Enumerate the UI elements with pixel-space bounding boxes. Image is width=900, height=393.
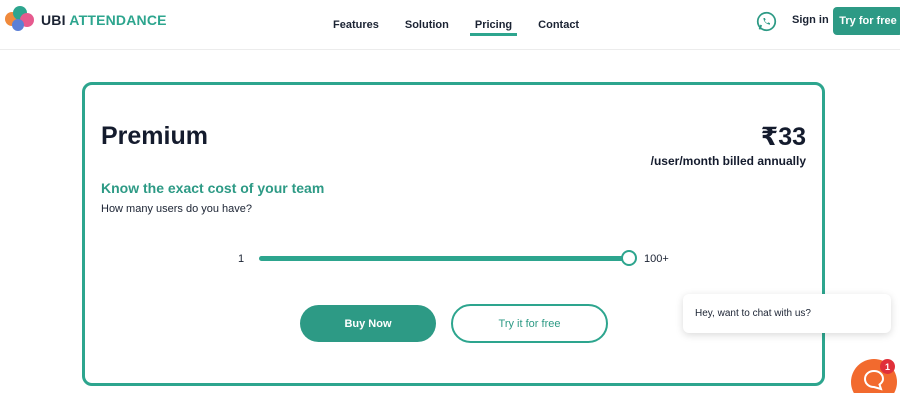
plan-price: ₹33 (760, 123, 806, 151)
logo-mark-icon (5, 6, 35, 34)
buy-now-button[interactable]: Buy Now (300, 305, 436, 342)
nav-item-contact[interactable]: Contact (525, 0, 592, 50)
site-header: UBI ATTENDANCE Features Solution Pricing… (0, 0, 900, 50)
slider-min-label: 1 (238, 253, 245, 265)
slider-fill (259, 256, 629, 261)
chat-icon (863, 369, 885, 391)
chat-prompt-bubble[interactable]: Hey, want to chat with us? (683, 294, 891, 333)
chat-notification-badge: 1 (880, 359, 895, 374)
slider-max-label: 100+ (644, 253, 669, 265)
nav-item-solution[interactable]: Solution (392, 0, 462, 50)
slider-thumb[interactable] (621, 250, 637, 266)
brand-logo[interactable]: UBI ATTENDANCE (5, 6, 167, 34)
brand-name-part2: ATTENDANCE (69, 12, 167, 28)
try-it-free-button[interactable]: Try it for free (451, 304, 608, 343)
plan-name: Premium (101, 122, 208, 150)
brand-name: UBI ATTENDANCE (41, 12, 167, 28)
main-nav: Features Solution Pricing Contact (320, 0, 592, 50)
pricing-card: Premium ₹33 /user/month billed annually … (82, 82, 825, 386)
nav-item-pricing[interactable]: Pricing (462, 0, 525, 50)
whatsapp-icon[interactable] (756, 11, 777, 32)
users-slider[interactable] (259, 250, 637, 266)
users-question: How many users do you have? (101, 203, 253, 215)
chat-prompt-text: Hey, want to chat with us? (695, 308, 811, 319)
try-for-free-button[interactable]: Try for free (833, 7, 900, 35)
price-billing-note: /user/month billed annually (650, 154, 806, 168)
cost-heading: Know the exact cost of your team (101, 180, 325, 196)
nav-item-features[interactable]: Features (320, 0, 392, 50)
sign-in-link[interactable]: Sign in (792, 14, 829, 26)
brand-name-part1: UBI (41, 12, 66, 28)
